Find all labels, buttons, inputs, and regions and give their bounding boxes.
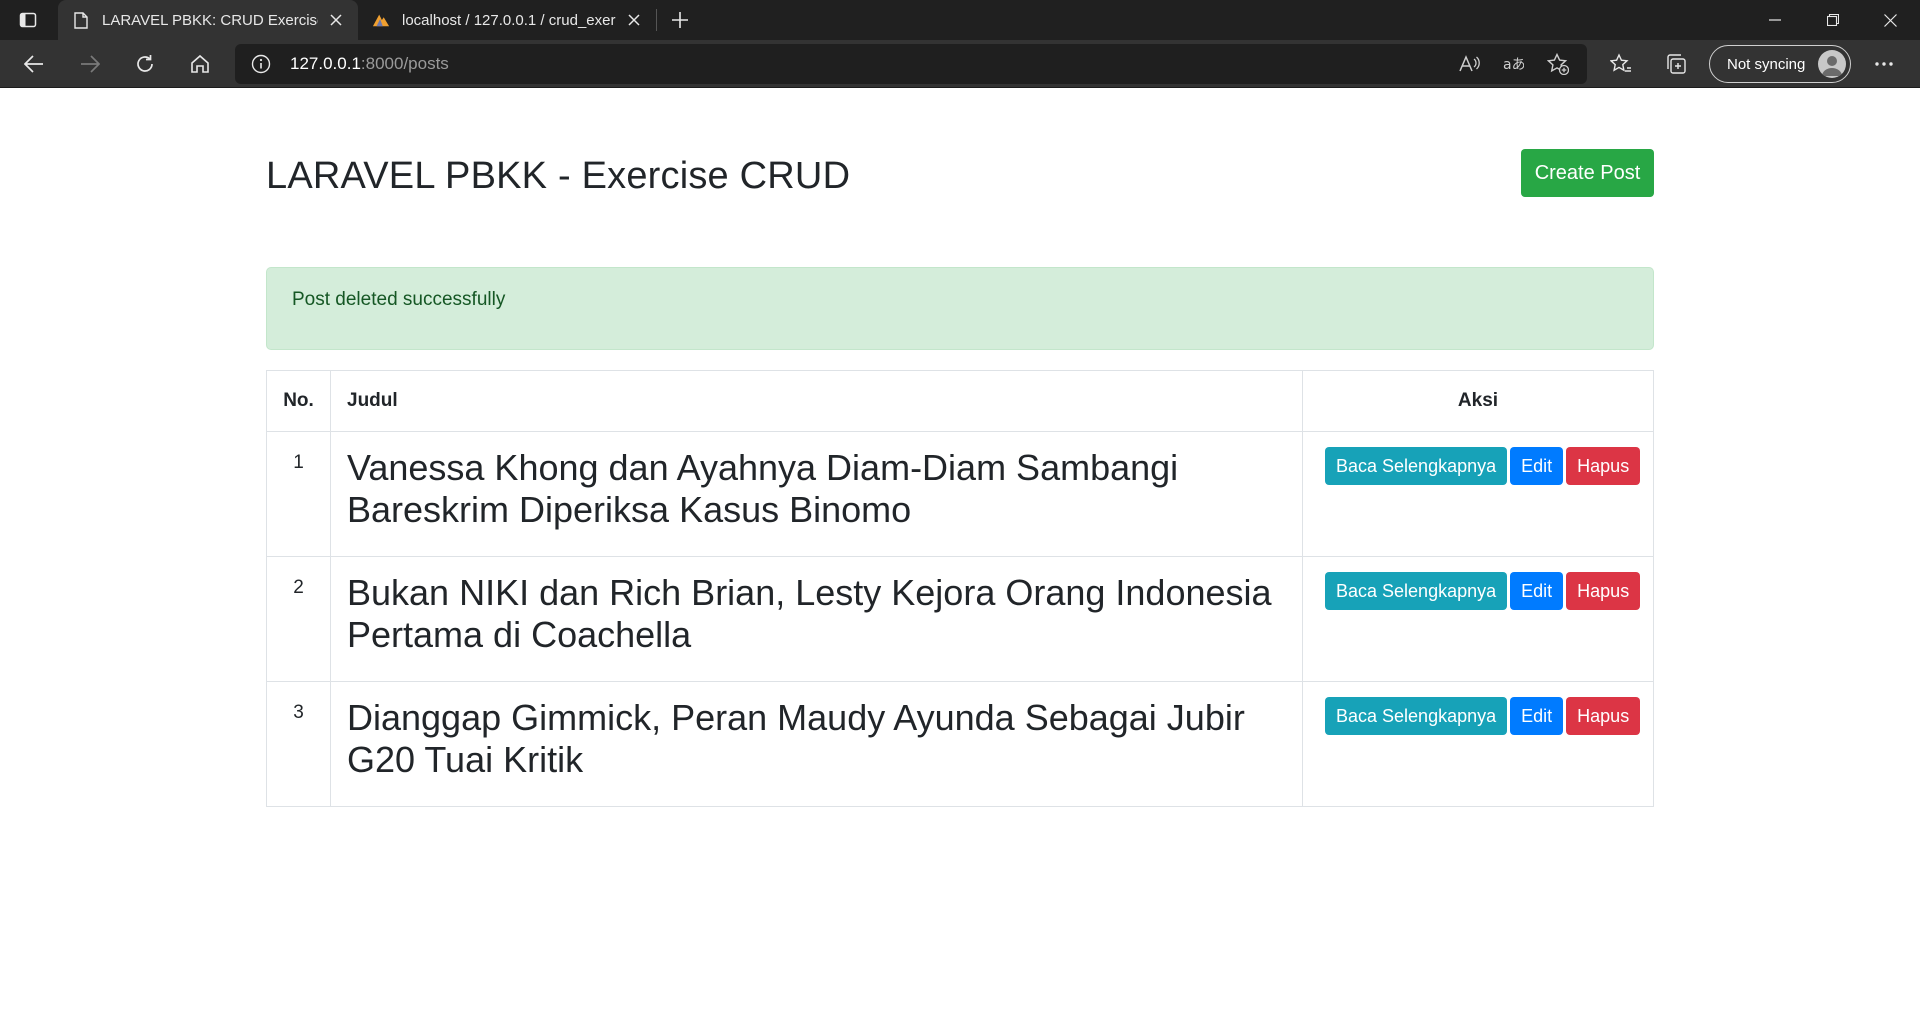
row-actions: Baca Selengkapnya Edit Hapus xyxy=(1302,431,1654,557)
create-post-button[interactable]: Create Post xyxy=(1521,149,1654,197)
edit-button[interactable]: Edit xyxy=(1510,572,1564,610)
url-path: :8000/posts xyxy=(360,54,449,73)
close-tab-icon[interactable] xyxy=(326,10,346,30)
collections-icon[interactable] xyxy=(1664,52,1688,76)
close-tab-icon[interactable] xyxy=(624,10,644,30)
minimize-icon[interactable] xyxy=(1747,0,1803,40)
add-favorite-icon[interactable] xyxy=(1546,52,1570,76)
restore-icon[interactable] xyxy=(1805,0,1861,40)
table-row: 1 Vanessa Khong dan Ayahnya Diam-Diam Sa… xyxy=(266,431,1654,557)
delete-button[interactable]: Hapus xyxy=(1566,572,1641,610)
url-text: 127.0.0.1:8000/posts xyxy=(290,54,449,74)
header-judul: Judul xyxy=(330,370,1303,432)
tab-divider xyxy=(656,9,657,31)
favorites-icon[interactable] xyxy=(1609,52,1633,76)
read-more-button[interactable]: Baca Selengkapnya xyxy=(1325,447,1508,485)
svg-text:aあ: aあ xyxy=(1503,57,1524,73)
tab-laravel-crud[interactable]: LARAVEL PBKK: CRUD Exercise xyxy=(58,0,358,40)
table-header-row: No. Judul Aksi xyxy=(266,370,1654,432)
edit-button[interactable]: Edit xyxy=(1510,697,1564,735)
delete-button[interactable]: Hapus xyxy=(1566,447,1641,485)
refresh-icon[interactable] xyxy=(129,48,161,80)
row-number: 2 xyxy=(266,556,331,682)
more-options-icon[interactable] xyxy=(1872,52,1896,76)
translate-icon[interactable]: aあ xyxy=(1501,52,1525,76)
tab-title: localhost / 127.0.0.1 / crud_exercise xyxy=(402,11,616,29)
row-actions: Baca Selengkapnya Edit Hapus xyxy=(1302,681,1654,807)
close-window-icon[interactable] xyxy=(1862,0,1918,40)
header-no: No. xyxy=(266,370,331,432)
post-title: Vanessa Khong dan Ayahnya Diam-Diam Samb… xyxy=(330,431,1303,557)
success-alert: Post deleted successfully xyxy=(266,267,1654,350)
header-aksi: Aksi xyxy=(1302,370,1654,432)
row-number: 1 xyxy=(266,431,331,557)
page-content: LARAVEL PBKK - Exercise CRUD Create Post… xyxy=(0,89,1920,1018)
forward-icon[interactable] xyxy=(74,48,106,80)
table-row: 2 Bukan NIKI dan Rich Brian, Lesty Kejor… xyxy=(266,556,1654,682)
back-icon[interactable] xyxy=(18,48,50,80)
tab-phpmyadmin[interactable]: localhost / 127.0.0.1 / crud_exercise xyxy=(358,0,656,40)
read-more-button[interactable]: Baca Selengkapnya xyxy=(1325,697,1508,735)
read-more-button[interactable]: Baca Selengkapnya xyxy=(1325,572,1508,610)
phpmyadmin-icon xyxy=(372,11,390,29)
avatar xyxy=(1818,50,1846,78)
document-icon xyxy=(72,11,90,29)
row-actions: Baca Selengkapnya Edit Hapus xyxy=(1302,556,1654,682)
post-title: Dianggap Gimmick, Peran Maudy Ayunda Seb… xyxy=(330,681,1303,807)
read-aloud-icon[interactable] xyxy=(1457,52,1481,76)
tab-title: LARAVEL PBKK: CRUD Exercise xyxy=(102,11,318,29)
site-info-icon[interactable] xyxy=(251,54,271,74)
row-number: 3 xyxy=(266,681,331,807)
posts-table: No. Judul Aksi 1 Vanessa Khong dan Ayahn… xyxy=(266,370,1654,807)
post-title: Bukan NIKI dan Rich Brian, Lesty Kejora … xyxy=(330,556,1303,682)
profile-sync-label: Not syncing xyxy=(1727,55,1806,73)
browser-tab-bar: LARAVEL PBKK: CRUD Exercise localhost / … xyxy=(0,0,1920,40)
tab-actions-icon[interactable] xyxy=(17,9,39,31)
browser-toolbar: 127.0.0.1:8000/posts aあ Not syncing xyxy=(0,40,1920,88)
url-host: 127.0.0.1 xyxy=(290,54,361,73)
home-icon[interactable] xyxy=(184,48,216,80)
new-tab-icon[interactable] xyxy=(668,8,692,32)
address-bar[interactable]: 127.0.0.1:8000/posts aあ xyxy=(235,44,1587,84)
page-title: LARAVEL PBKK - Exercise CRUD xyxy=(266,155,851,197)
table-row: 3 Dianggap Gimmick, Peran Maudy Ayunda S… xyxy=(266,681,1654,807)
edit-button[interactable]: Edit xyxy=(1510,447,1564,485)
profile-button[interactable]: Not syncing xyxy=(1709,45,1851,83)
delete-button[interactable]: Hapus xyxy=(1566,697,1641,735)
